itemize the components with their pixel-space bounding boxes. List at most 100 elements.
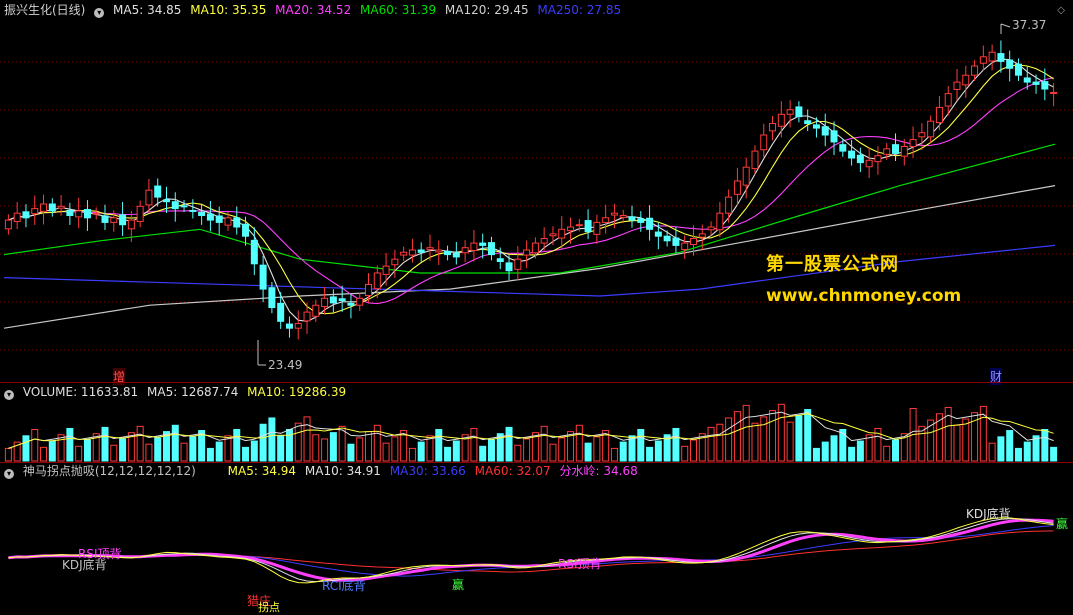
volume-bar <box>733 411 741 462</box>
ma5-label: MA5: 34.85 <box>113 3 182 17</box>
candle-body <box>663 235 671 242</box>
candle-body <box>698 233 706 238</box>
candle-body <box>268 287 276 309</box>
candle-body <box>329 296 337 304</box>
volume-bar <box>1050 446 1058 462</box>
collapse-icon[interactable]: ▾ <box>4 390 14 400</box>
volume-bar <box>1032 435 1040 462</box>
diamond-icon[interactable]: ◇ <box>1057 5 1065 16</box>
volume-bar <box>856 440 864 462</box>
candle-body <box>321 297 329 308</box>
volume-bar <box>206 447 214 462</box>
candle-body <box>865 159 873 168</box>
candle-body <box>549 233 557 237</box>
signal-rci-bottom: RCI底背 <box>322 579 366 593</box>
volume-bar <box>321 438 329 462</box>
volume-bar <box>365 431 373 462</box>
volume-bar <box>549 443 557 462</box>
candle-body <box>4 219 12 230</box>
candle-body <box>435 249 443 253</box>
candle-body <box>119 214 127 226</box>
volume-bar <box>962 418 970 462</box>
volume-bar <box>716 423 724 462</box>
volume-bar <box>101 426 109 462</box>
collapse-icon[interactable]: ▾ <box>4 469 14 479</box>
ma60-label: MA60: 31.39 <box>360 3 437 17</box>
ind-ma5-line <box>8 517 1054 584</box>
candle-body <box>935 106 943 124</box>
ind-ma30-label: MA30: 33.66 <box>389 464 466 478</box>
indicator-chart[interactable] <box>0 463 1073 613</box>
volume-bar <box>821 441 829 462</box>
candle-body <box>646 217 654 230</box>
high-price-label: 37.37 <box>1012 18 1047 32</box>
candle-body <box>953 81 961 90</box>
ma250-label: MA250: 27.85 <box>537 3 622 17</box>
candle-body <box>944 93 952 107</box>
ma10-line <box>8 64 1054 315</box>
volume-bar <box>689 439 697 462</box>
volume-bar <box>988 442 996 462</box>
candle-body <box>856 154 864 164</box>
volume-bar <box>268 417 276 462</box>
volume-bar <box>725 417 733 462</box>
volume-panel[interactable]: ▾ VOLUME: 11633.81 MA5: 12687.74 MA10: 1… <box>0 383 1073 462</box>
ma5-line <box>8 58 1054 322</box>
indicator-name: 神马拐点抛吸(12,12,12,12,12) <box>22 464 196 478</box>
volume-bar <box>883 445 891 462</box>
candle-body <box>558 228 566 239</box>
candle-body <box>48 203 56 212</box>
collapse-icon[interactable]: ▾ <box>94 8 105 18</box>
volume-bar <box>233 429 241 462</box>
volume-bar <box>1041 429 1049 462</box>
volume-bar <box>136 425 144 462</box>
candle-body <box>1050 91 1058 94</box>
volume-bar <box>628 435 636 462</box>
candle-body <box>892 144 900 154</box>
signal-win-1: 赢 <box>452 578 465 592</box>
indicator-panel[interactable]: ▾ 神马拐点抛吸(12,12,12,12,12) MA5: 34.94 MA10… <box>0 463 1073 614</box>
candle-body <box>786 109 794 115</box>
volume-bar <box>707 426 715 462</box>
price-chart[interactable] <box>0 0 1073 382</box>
candle-body <box>180 205 188 208</box>
candle-body <box>909 139 917 148</box>
volume-bar <box>40 446 48 462</box>
volume-bar <box>672 427 680 462</box>
volume-bar <box>189 436 197 462</box>
volume-bar <box>619 441 627 462</box>
candle-body <box>830 130 838 143</box>
volume-header: ▾ VOLUME: 11633.81 MA5: 12687.74 MA10: 1… <box>4 384 351 400</box>
volume-bar <box>242 446 250 462</box>
volume-ma10-label: MA10: 19286.39 <box>247 385 347 399</box>
candle-body <box>303 311 311 322</box>
candle-body <box>874 155 882 163</box>
volume-bar <box>444 446 452 462</box>
indicator-header: ▾ 神马拐点抛吸(12,12,12,12,12) MA5: 34.94 MA10… <box>4 463 643 479</box>
candle-body <box>812 124 820 129</box>
volume-bar <box>171 424 179 462</box>
volume-bar <box>22 435 30 462</box>
volume-bar <box>681 445 689 462</box>
candle-body <box>312 304 320 317</box>
stock-title: 振兴生化(日线) <box>4 3 86 17</box>
candle-body <box>259 264 267 290</box>
candle-body <box>233 217 241 228</box>
volume-bar <box>119 438 127 462</box>
candle-body <box>988 51 996 62</box>
candle-body <box>689 238 697 245</box>
ind-ma5-label: MA5: 34.94 <box>227 464 297 478</box>
signal-kdj-bottom-1: KDJ底背 <box>62 558 107 572</box>
watermark-title: 第一股票公式网 <box>766 254 899 275</box>
candle-body <box>206 213 214 221</box>
candle-body <box>619 215 627 218</box>
volume-bar <box>145 443 153 462</box>
volume-label: VOLUME: 11633.81 <box>22 385 139 399</box>
price-panel[interactable]: 振兴生化(日线) ▾ MA5: 34.85 MA10: 35.35 MA20: … <box>0 0 1073 385</box>
candle-body <box>637 218 645 223</box>
volume-bar <box>523 438 531 462</box>
candle-body <box>22 211 30 219</box>
volume-bar <box>584 442 592 462</box>
volume-bar <box>277 435 285 462</box>
candle-body <box>777 113 785 127</box>
